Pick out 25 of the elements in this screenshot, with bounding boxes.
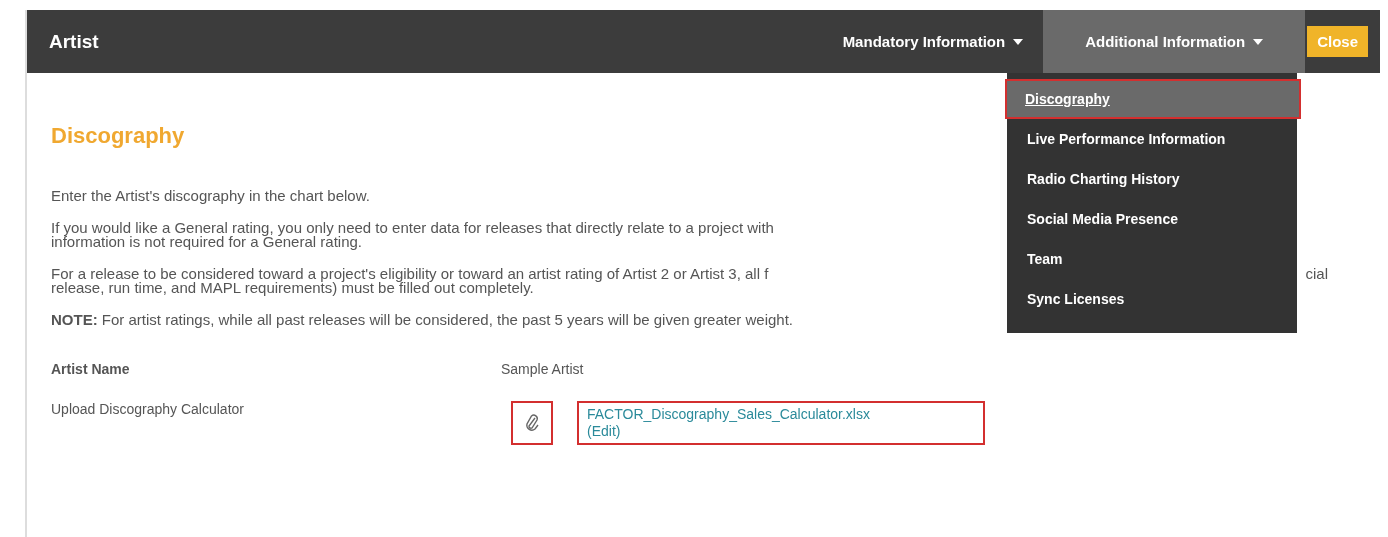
menu-item[interactable]: Discography [1005,79,1301,119]
paragraph-text: NOTE: For artist ratings, while all past releases will be considered, the past 5 years will be given greater weight. [51,313,793,327]
field-value: Sample Artist [501,361,584,377]
field-label: Upload Discography Calculator [51,401,245,417]
menu-item[interactable]: Team [1007,239,1297,279]
file-link[interactable]: FACTOR_Discography_Sales_Calculator.xlsx (Edit) [577,401,985,445]
paperclip-icon [525,413,539,433]
paragraph-text: Enter the Artist's discography in the chart below. [51,189,370,203]
paragraph-text: If you would like a General rating, you only need to enter data for releases that directly relate to a project with [51,221,774,235]
caret-icon [1253,38,1264,45]
section-heading: Discography [51,123,185,149]
attach-button[interactable] [511,401,553,445]
menu-item[interactable]: Sync Licenses [1007,279,1297,319]
menu-item[interactable]: Live Performance Information [1007,119,1297,159]
paragraph-text: For a release to be considered toward a project's eligibility or toward an artist rating of Artist 2 or Artist 3, all f [51,267,769,281]
nav-menu-tab[interactable]: Mandatory Information [822,10,1044,73]
caret-icon [1013,38,1024,45]
page-title: Artist [49,30,100,53]
menu-item[interactable]: Radio Charting History [1007,159,1297,199]
menu-item[interactable]: Social Media Presence [1007,199,1297,239]
paragraph-text: release, run time, and MAPL requirements) must be filled out completely. [51,281,534,295]
field-label: Artist Name [51,361,131,377]
paragraph-text: information is not required for a General rating. [51,235,362,249]
nav-menu-tab[interactable]: Additional Information [1043,10,1306,73]
paragraph-text: cial [1305,267,1328,281]
